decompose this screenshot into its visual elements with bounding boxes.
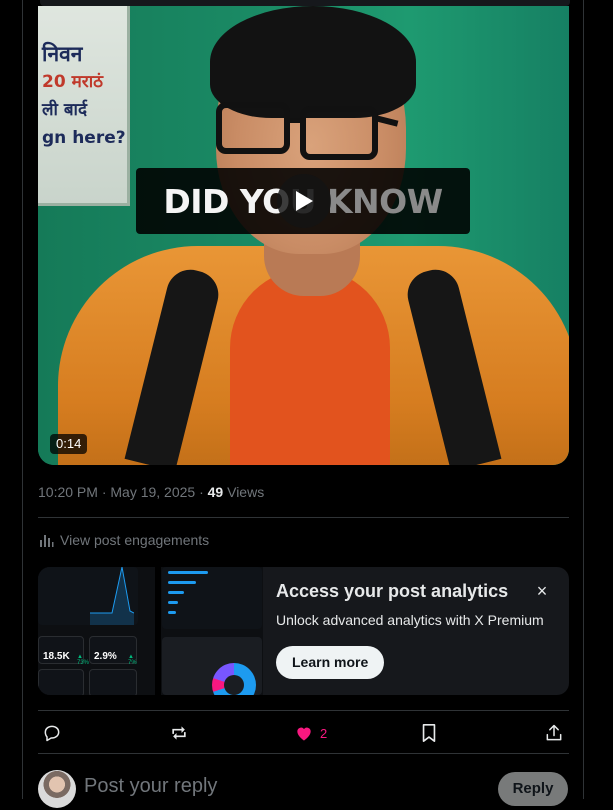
wall-poster: निवन 20 मराठं ली बार्द gn here? — [38, 6, 130, 206]
poster-line: निवन — [42, 42, 83, 66]
analytics-preview-image: 18.5K ▲ 73% 2.9% ▲ 7% — [38, 567, 263, 695]
bookmark-action[interactable] — [420, 720, 438, 746]
poster-line: gn here? — [42, 128, 126, 148]
learn-more-button[interactable]: Learn more — [276, 646, 385, 679]
preview-bar — [168, 571, 208, 574]
glasses-right-lens — [300, 106, 378, 160]
preview-bar — [168, 581, 196, 584]
close-icon[interactable]: × — [530, 579, 554, 603]
poster-line: ली बार्द — [42, 100, 87, 120]
repost-icon — [172, 726, 186, 740]
preview-line-chart — [38, 567, 138, 625]
heart-icon — [297, 727, 311, 741]
video-player[interactable]: निवन 20 मराठं ली बार्द gn here? DID YO U … — [38, 6, 569, 465]
overlay-text-1: DID YO — [163, 181, 290, 221]
preview-bar — [168, 591, 184, 594]
reply-composer: Post your reply Reply — [38, 770, 569, 810]
post-actions-bar: 2 — [38, 720, 569, 746]
post-timestamp[interactable]: 10:20 PM · May 19, 2025 · — [38, 484, 208, 500]
bookmark-icon — [422, 724, 436, 742]
repost-action[interactable] — [168, 720, 190, 746]
analytics-icon — [40, 535, 54, 547]
tile-value: 2.9% — [94, 651, 117, 662]
reply-button[interactable]: Reply — [498, 772, 568, 806]
preview-bar — [168, 601, 178, 604]
avatar[interactable] — [38, 770, 76, 808]
preview-bar — [168, 611, 176, 614]
reply-action[interactable] — [42, 720, 62, 746]
video-duration: 0:14 — [50, 434, 88, 454]
promo-subtitle: Unlock advanced analytics with X Premium — [276, 612, 544, 628]
promo-title: Access your post analytics — [276, 581, 509, 601]
preview-bar-list — [162, 567, 262, 629]
view-engagements-link[interactable]: View post engagements — [38, 532, 209, 548]
post-meta: 10:20 PM · May 19, 2025 · 49 Views — [38, 484, 264, 500]
play-icon — [296, 191, 313, 211]
divider — [38, 517, 569, 518]
preview-metric-tile: 18.5K ▲ 73% — [38, 636, 89, 666]
preview-metric-tile — [89, 669, 137, 695]
preview-metric-tile — [38, 669, 84, 695]
glasses-left-lens — [216, 102, 290, 154]
share-action[interactable] — [544, 720, 564, 746]
like-count: 2 — [320, 725, 328, 741]
engagements-label: View post engagements — [60, 532, 210, 548]
divider — [38, 710, 569, 711]
play-button[interactable] — [277, 174, 331, 228]
glasses-bridge — [288, 118, 302, 123]
preview-divider — [155, 567, 161, 695]
preview-spike-graph — [90, 567, 134, 625]
divider — [38, 753, 569, 754]
analytics-promo-card: 18.5K ▲ 73% 2.9% ▲ 7% Access your post a… — [38, 567, 569, 695]
views-count: 49 — [207, 484, 224, 500]
share-icon — [546, 724, 562, 741]
tile-growth: ▲ 7% — [128, 654, 137, 666]
reply-icon — [44, 725, 60, 742]
poster-line: 20 मराठं — [42, 72, 103, 92]
tile-value: 18.5K — [43, 651, 70, 662]
tile-growth: ▲ 73% — [77, 654, 90, 666]
reply-input[interactable]: Post your reply — [84, 775, 217, 798]
like-action[interactable]: 2 — [294, 720, 327, 746]
person-shirt — [230, 268, 390, 465]
views-label: Views — [223, 484, 265, 500]
preview-metric-tile: 2.9% ▲ 7% — [89, 636, 137, 666]
